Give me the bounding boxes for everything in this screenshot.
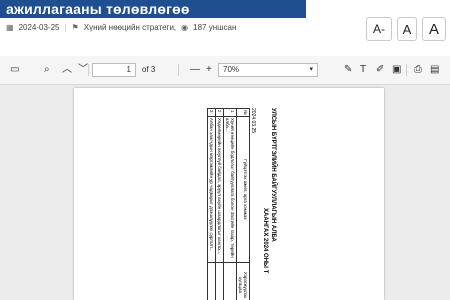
page-number-input[interactable]: 1	[92, 63, 136, 77]
post-category[interactable]: Хүний нөөцийн стратеги,	[84, 23, 176, 32]
cell-text: Албан хаагчдын мэргэжлийн ур чадварыг дэ…	[207, 116, 216, 263]
zoom-select[interactable]: 70% ▾	[218, 63, 318, 77]
cell-no: 3	[207, 108, 216, 117]
table-header: № Гүйцэтгэх ажил, арга хэмжээ Хэрэгжүүлэ…	[236, 108, 250, 300]
save-icon[interactable]: ▤	[430, 63, 439, 77]
doc-subheading: ХААНГАХ 2024 ОНЫ Т	[262, 208, 268, 274]
doc-date: 2024.03.25	[250, 108, 256, 134]
table-row: 3 Албан хаагчдын мэргэжлийн ур чадварыг …	[207, 108, 216, 300]
cell-no: 2	[215, 108, 224, 117]
calendar-icon: ▦	[6, 23, 14, 32]
eye-icon: ◉	[181, 23, 189, 32]
col-action: Гүйцэтгэх ажил, арга хэмжээ	[236, 116, 250, 263]
divider	[88, 64, 89, 76]
doc-table: № Гүйцэтгэх ажил, арга хэмжээ Хэрэгжүүлэ…	[207, 108, 250, 300]
text-icon[interactable]: T	[360, 63, 366, 77]
col-no: №	[236, 108, 250, 117]
divider	[178, 64, 179, 76]
pdf-page: УЛСЫН БҮРТГЭЛИЙН БАЙГУУЛЛАГЫН АЛБА ХААНГ…	[74, 88, 384, 300]
post-date: 2024-03-25	[18, 23, 60, 32]
chevron-up-icon[interactable]: ︿	[62, 63, 72, 77]
cell-text: Хүний нөөцийн бодлогыг байгууллага болон…	[223, 116, 237, 263]
page-title: ажиллагааны төлөвлөгөө	[0, 0, 306, 18]
bookmark-icon: ⚑	[71, 23, 79, 32]
view-count: 187 уншсан	[193, 23, 237, 32]
rotated-document-content: УЛСЫН БҮРТГЭЛИЙН БАЙГУУЛЛАГЫН АЛБА ХААНГ…	[130, 108, 276, 300]
image-icon[interactable]: ▣	[392, 63, 401, 77]
separator: |	[64, 23, 67, 32]
search-icon[interactable]: ⌕	[44, 63, 50, 77]
page-count: of 3	[142, 65, 156, 74]
cell-empty	[207, 262, 216, 300]
post-meta: ▦ 2024-03-25 | ⚑ Хүний нөөцийн стратеги,…	[6, 23, 236, 32]
font-decrease-button[interactable]: A-	[366, 17, 392, 41]
chevron-down-icon[interactable]: ﹀	[78, 63, 88, 77]
col-result: Хэрэгжүүлэх хугацаа	[236, 262, 250, 300]
cell-empty	[223, 262, 237, 300]
font-normal-button[interactable]: A	[397, 17, 417, 41]
print-icon[interactable]: ⎙	[414, 63, 422, 77]
pdf-toolbar: ▭ ⌕ ︿ ﹀ 1 of 3 — + 70% ▾ ✎ T ✐ ▣ ⎙ ▤	[0, 56, 450, 85]
chevron-down-icon: ▾	[309, 66, 313, 73]
cell-no: 1	[223, 108, 237, 117]
cell-empty	[215, 262, 224, 300]
draw-icon[interactable]: ✎	[344, 63, 352, 77]
highlight-icon[interactable]: ✐	[376, 63, 384, 77]
font-size-controls: A- A A	[366, 17, 446, 41]
cell-text: Хөдөлмөрийн аюулгүй байдал, эрүүл ахуйн …	[215, 116, 224, 263]
table-row: 1 Хүний нөөцийн бодлогыг байгууллага бол…	[223, 108, 237, 300]
pdf-viewer: ▭ ⌕ ︿ ﹀ 1 of 3 — + 70% ▾ ✎ T ✐ ▣ ⎙ ▤ УЛС…	[0, 56, 450, 300]
table-row: 2 Хөдөлмөрийн аюулгүй байдал, эрүүл ахуй…	[215, 108, 224, 300]
zoom-out-icon[interactable]: —	[190, 63, 200, 77]
zoom-value: 70%	[223, 65, 240, 74]
sidebar-toggle-icon[interactable]: ▭	[10, 63, 19, 77]
font-increase-button[interactable]: A	[422, 17, 446, 41]
doc-heading: УЛСЫН БҮРТГЭЛИЙН БАЙГУУЛЛАГЫН АЛБА	[270, 108, 276, 242]
zoom-in-icon[interactable]: +	[206, 63, 212, 77]
divider	[406, 64, 407, 76]
